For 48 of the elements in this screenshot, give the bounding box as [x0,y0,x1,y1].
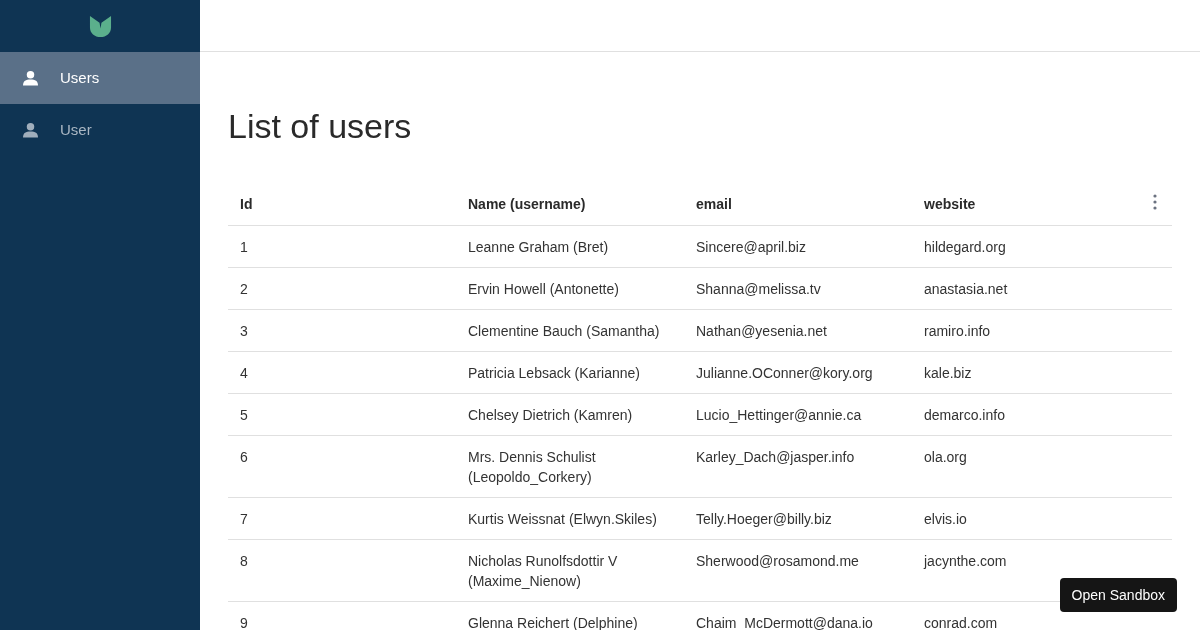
table-cell: Chelsey Dietrich (Kamren) [468,406,633,423]
table-cell: Patricia Lebsack (Karianne) [468,364,640,381]
table-cell: Shanna@melissa.tv [696,280,821,297]
table-cell: Telly.Hoeger@billy.biz [696,510,832,527]
table-cell: elvis.io [924,510,967,527]
table-cell: Kurtis Weissnat (Elwyn.Skiles) [468,510,657,527]
table-cell: 6 [240,448,248,465]
table-cell: Sincere@april.biz [696,238,806,255]
table-cell: Glenna Reichert (Delphine) [468,614,638,630]
sidebar-item[interactable]: Users [0,52,200,104]
table-cell: jacynthe.com [924,552,1007,569]
column-header: Name (username) [468,195,586,212]
table-cell: 7 [240,510,248,527]
table-cell: demarco.info [924,406,1005,423]
page-title: List of users [228,106,413,147]
table-cell: Ervin Howell (Antonette) [468,280,619,297]
table-cell: Nicholas Runolfsdottir V (Maxime_Nienow) [468,552,618,589]
table-cell: Mrs. Dennis Schulist (Leopoldo_Corkery) [468,448,596,485]
table-cell: 9 [240,614,248,630]
open-sandbox-button[interactable]: Open Sandbox [1059,578,1177,612]
table-cell: 2 [240,280,248,297]
table-cell: 1 [240,238,248,255]
table-cell: kale.biz [924,364,972,381]
sidebar-item[interactable]: User [0,104,200,156]
table-cell: ramiro.info [924,322,991,339]
column-header: website [924,195,976,212]
table-cell: Lucio_Hettinger@annie.ca [696,406,862,423]
table-cell: 4 [240,364,248,381]
table-cell: ola.org [924,448,967,465]
table-cell: hildegard.org [924,238,1006,255]
table-cell: Karley_Dach@jasper.info [696,448,855,465]
table-cell: conrad.com [924,614,998,630]
table-cell: Chaim_McDermott@dana.io [696,614,873,630]
table-cell: Clementine Bauch (Samantha) [468,322,660,339]
person-icon [23,70,38,86]
table-cell: Leanne Graham (Bret) [468,238,609,255]
more-options-icon[interactable] [1153,194,1157,210]
table-cell: Nathan@yesenia.net [696,322,827,339]
table-cell: Sherwood@rosamond.me [696,552,859,569]
table-cell: 5 [240,406,248,423]
column-header: email [696,195,732,212]
person-icon [23,122,38,138]
table-cell: anastasia.net [924,280,1008,297]
table-cell: 3 [240,322,248,339]
table-cell: Julianne.OConner@kory.org [696,364,873,381]
table-cell: 8 [240,552,248,569]
column-header: Id [240,195,253,212]
leaf-logo-icon [88,14,112,38]
